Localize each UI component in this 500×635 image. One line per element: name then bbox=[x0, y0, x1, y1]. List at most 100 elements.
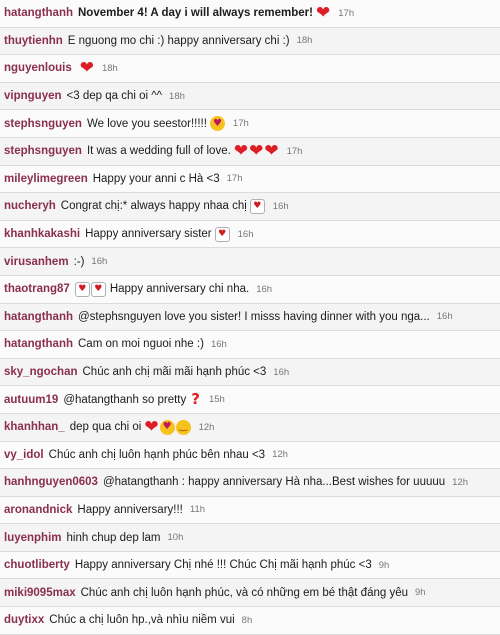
comment-username-link[interactable]: stephsnguyen bbox=[4, 118, 82, 130]
comment-text: Happy anniversary chi nha. bbox=[109, 283, 250, 296]
heart-icon: ❤ bbox=[144, 416, 159, 437]
comment-username-link[interactable]: nucheryh bbox=[4, 200, 56, 212]
comment-username-link[interactable]: aronandnick bbox=[4, 504, 72, 516]
comment-timestamp: 16h bbox=[256, 283, 273, 295]
comment-row: nucheryh Congrat chị:* always happy nhaa … bbox=[0, 193, 500, 221]
heart-icon: ❤ bbox=[264, 140, 279, 161]
comment-row: luyenphim hinh chup dep lam 10h bbox=[0, 524, 500, 552]
comment-text: <3 dep qa chi oi ^^ bbox=[66, 90, 163, 103]
heart-box-icon: ♥ bbox=[249, 198, 265, 214]
face-blowing-kiss-icon: ♥ bbox=[209, 116, 225, 132]
comment-username-link[interactable]: stephsnguyen bbox=[4, 145, 82, 157]
comment-username-link[interactable]: thuytienhn bbox=[4, 35, 63, 47]
comment-text: hinh chup dep lam bbox=[66, 531, 161, 544]
comment-timestamp: 9h bbox=[378, 559, 390, 571]
heart-icon: ❤ bbox=[316, 2, 331, 23]
comment-username-link[interactable]: nguyenlouis bbox=[4, 62, 72, 74]
emoji-group: ♥ bbox=[209, 116, 226, 132]
comment-row: duytixx Chúc a chị luôn hp.,và nhìu niềm … bbox=[0, 607, 500, 635]
comment-row: vipnguyen <3 dep qa chi oi ^^ 18h bbox=[0, 82, 500, 111]
comment-username-link[interactable]: hanhnguyen0603 bbox=[4, 476, 98, 488]
comment-row: vy_idol Chúc anh chị luôn hạnh phúc bên n… bbox=[0, 441, 500, 470]
heart-eyes-face-icon: ♥ bbox=[159, 419, 175, 435]
comment-text: @hatangthanh : happy anniversary Hà nha.… bbox=[102, 476, 446, 489]
comment-text: Chúc anh chị mãi mãi hạnh phúc <3 bbox=[82, 366, 267, 379]
comment-timestamp: 9h bbox=[415, 587, 426, 599]
comment-text: @hatangthanh so pretty bbox=[63, 393, 187, 406]
comment-row: chuotliberty Happy anniversary Chị nhé !!… bbox=[0, 551, 500, 580]
heart-box-icon: ♥ bbox=[214, 226, 230, 242]
comment-row: sky_ngochan Chúc anh chị mãi mãi hạnh phú… bbox=[0, 358, 500, 387]
comment-timestamp: 17h bbox=[232, 118, 249, 130]
comment-username-link[interactable]: chuotliberty bbox=[4, 559, 70, 571]
comment-timestamp: 12h bbox=[452, 476, 469, 488]
comment-timestamp: 16h bbox=[273, 366, 290, 378]
comment-text: :-) bbox=[73, 255, 85, 268]
heart-icon: ❤ bbox=[79, 57, 94, 78]
comment-username-link[interactable]: sky_ngochan bbox=[4, 366, 78, 378]
comment-timestamp: 11h bbox=[189, 504, 206, 516]
comment-text: Chúc anh chị luôn hạnh phúc, và có những… bbox=[80, 586, 408, 599]
comment-username-link[interactable]: hatangthanh bbox=[4, 338, 73, 350]
comment-row: miki9095max Chúc anh chị luôn hạnh phúc, … bbox=[0, 579, 500, 608]
heart-icon: ❤ bbox=[249, 140, 264, 161]
comment-timestamp: 17h bbox=[338, 7, 355, 19]
heart-icon: ❤ bbox=[233, 140, 249, 161]
comment-username-link[interactable]: luyenphim bbox=[4, 532, 62, 544]
comment-row: hatangthanh @stephsnguyen love you sister… bbox=[0, 303, 500, 332]
comment-username-link[interactable]: khanhkakashi bbox=[4, 228, 80, 240]
comment-username-link[interactable]: hatangthanh bbox=[4, 7, 73, 19]
comment-row: virusanhem :-) 16h bbox=[0, 248, 500, 276]
comment-row: thaotrang87 ♥ ♥ Happy anniversary chi nha. 1… bbox=[0, 275, 500, 304]
comment-timestamp: 8h bbox=[241, 614, 253, 626]
emoji-group: ? bbox=[189, 392, 202, 407]
comment-timestamp: 12h bbox=[198, 421, 215, 433]
comment-timestamp: 17h bbox=[286, 145, 303, 157]
comment-timestamp: 15h bbox=[208, 394, 225, 406]
comment-text: It was a wedding full of love. bbox=[86, 145, 231, 158]
comment-text: Chúc anh chị luôn hạnh phúc bên nhau <3 bbox=[48, 448, 266, 461]
emoji-group: ♥ ♥ bbox=[74, 281, 107, 297]
emoji-group: ❤ bbox=[79, 57, 95, 78]
comment-username-link[interactable]: thaotrang87 bbox=[4, 283, 70, 295]
emoji-group: ♥ bbox=[214, 226, 231, 242]
comment-username-link[interactable]: vipnguyen bbox=[4, 90, 62, 102]
comment-text: dep qua chi oi bbox=[69, 421, 142, 434]
question-mark-icon: ? bbox=[191, 390, 200, 409]
comment-text: Happy anniversary!!! bbox=[77, 503, 183, 516]
comment-text: E nguong mo chi :) happy anniversary chi… bbox=[67, 34, 290, 47]
comment-text: Happy your anni c Hà <3 bbox=[92, 172, 220, 185]
comment-username-link[interactable]: autuum19 bbox=[4, 394, 58, 406]
comment-text: We love you seestor!!!!! bbox=[86, 117, 207, 130]
heart-box-icon: ♥ bbox=[90, 281, 106, 297]
comment-username-link[interactable]: mileylimegreen bbox=[4, 173, 88, 185]
comment-timestamp: 18h bbox=[296, 35, 313, 47]
heart-box-icon: ♥ bbox=[74, 281, 90, 297]
emoji-group: ❤ ❤ ❤ bbox=[233, 140, 280, 161]
comment-timestamp: 16h bbox=[436, 311, 453, 323]
comment-timestamp: 16h bbox=[237, 228, 254, 240]
comment-timestamp: 16h bbox=[91, 256, 108, 268]
comment-row: hatangthanh November 4! A day i will alwa… bbox=[0, 0, 500, 28]
comment-timestamp: 16h bbox=[210, 338, 227, 350]
comment-row: nguyenlouis ❤ 18h bbox=[0, 55, 500, 83]
comment-row: khanhhan_ dep qua chi oi ❤ ♥ ‿ 12h bbox=[0, 413, 500, 442]
comment-timestamp: 17h bbox=[226, 173, 243, 185]
comment-row: stephsnguyen It was a wedding full of lov… bbox=[0, 137, 500, 166]
comment-row: hatangthanh Cam on moi nguoi nhe :) 16h bbox=[0, 331, 500, 359]
comment-timestamp: 18h bbox=[169, 90, 185, 102]
comment-text: Cam on moi nguoi nhe :) bbox=[78, 338, 204, 351]
comment-text: November 4! A day i will always remember… bbox=[78, 7, 313, 20]
comment-row: thuytienhn E nguong mo chi :) happy anniv… bbox=[0, 27, 500, 56]
comment-username-link[interactable]: vy_idol bbox=[4, 449, 44, 461]
emoji-group: ♥ bbox=[249, 198, 266, 214]
comment-username-link[interactable]: miki9095max bbox=[4, 587, 76, 599]
comment-username-link[interactable]: hatangthanh bbox=[4, 311, 73, 323]
comment-row: stephsnguyen We love you seestor!!!!! ♥ 17h bbox=[0, 110, 500, 138]
comment-row: hanhnguyen0603 @hatangthanh : happy anniv… bbox=[0, 469, 500, 497]
comment-username-link[interactable]: duytixx bbox=[4, 614, 44, 626]
comment-username-link[interactable]: khanhhan_ bbox=[4, 421, 65, 433]
comment-list: hatangthanh November 4! A day i will alwa… bbox=[0, 0, 500, 635]
comment-username-link[interactable]: virusanhem bbox=[4, 256, 69, 268]
comment-timestamp: 16h bbox=[272, 200, 289, 212]
